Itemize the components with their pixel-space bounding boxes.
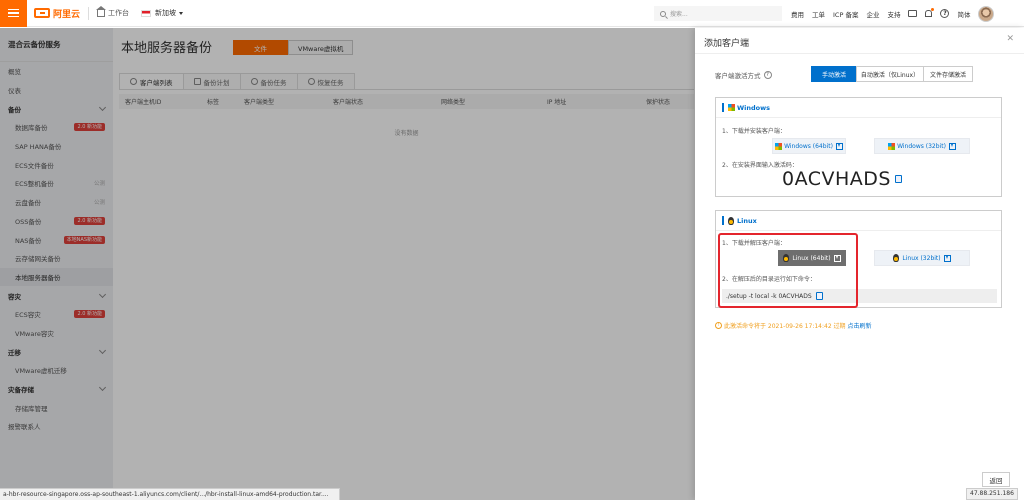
back-button[interactable]: 返回 [982, 472, 1010, 487]
ip-address-label: 47.88.251.186 [966, 488, 1018, 500]
activation-method-group: 手动激活 自动激活（仅Linux） 文件存储激活 [811, 66, 973, 82]
windows-64bit-download-button[interactable]: Windows (64bit) [772, 138, 846, 154]
activation-code: 0ACVHADS [782, 168, 902, 190]
linux-icon [893, 254, 900, 262]
chevron-down-icon [179, 11, 184, 15]
linux-card-header: Linux [716, 211, 1001, 231]
close-icon[interactable]: ✕ [1006, 34, 1014, 44]
accent-bar [722, 216, 724, 225]
windows-icon [888, 142, 896, 150]
download-icon [943, 254, 951, 262]
modal-overlay[interactable] [0, 28, 695, 500]
home-icon [96, 5, 107, 17]
windows-32bit-download-button[interactable]: Windows (32bit) [874, 138, 970, 154]
warning-icon: ! [715, 322, 722, 329]
aliyun-logo[interactable]: 阿里云 [34, 7, 80, 20]
workbench-link[interactable]: 工作台 [96, 5, 129, 18]
language-switch[interactable]: 简体 [957, 9, 970, 19]
windows-icon [728, 104, 735, 111]
top-links: 费用 工单 ICP 备案 企业 支持 ? 简体 [791, 0, 995, 27]
message-icon[interactable] [908, 10, 918, 17]
linux-icon [728, 216, 734, 225]
nav-link-support[interactable]: 支持 [887, 9, 900, 19]
activation-label: 客户端激活方式 ? [715, 70, 772, 80]
windows-icon [775, 142, 783, 150]
linux-32bit-download-button[interactable]: Linux (32bit) [874, 250, 970, 266]
nav-link-enterprise[interactable]: 企业 [866, 9, 879, 19]
file-storage-activation-button[interactable]: 文件存储激活 [923, 66, 973, 82]
region-selector[interactable]: 新加坡 [141, 8, 184, 18]
divider [88, 6, 90, 20]
expire-notice: ! 此激活命令将于 2021-09-26 17:14:42 过期 点击刷新 [715, 321, 872, 330]
bell-icon[interactable] [925, 8, 935, 17]
nav-link-ticket[interactable]: 工单 [812, 9, 825, 19]
copy-icon[interactable] [895, 175, 902, 183]
question-icon[interactable]: ? [763, 71, 772, 79]
status-url: a-hbr-resource-singapore.oss-ap-southeas… [0, 488, 340, 500]
menu-icon[interactable] [0, 0, 27, 27]
search-input[interactable]: 搜索... [654, 6, 782, 21]
search-icon [660, 10, 666, 17]
refresh-link[interactable]: 点击刷新 [848, 321, 872, 330]
singapore-flag-icon [141, 9, 152, 17]
drawer-title: 添加客户端 [704, 39, 750, 49]
nav-link-icp[interactable]: ICP 备案 [833, 9, 858, 19]
manual-activation-button[interactable]: 手动激活 [811, 66, 857, 82]
auto-activation-button[interactable]: 自动激活（仅Linux） [856, 66, 924, 82]
nav-link-billing[interactable]: 费用 [791, 9, 804, 19]
download-icon [835, 142, 843, 150]
windows-step-1: 1、下载并安装客户端： [722, 128, 786, 135]
windows-card-header: Windows [716, 98, 1001, 118]
divider [695, 53, 1024, 54]
download-icon [948, 142, 956, 150]
highlight-annotation [718, 233, 858, 308]
accent-bar [722, 103, 724, 112]
help-icon[interactable]: ? [940, 9, 950, 18]
aliyun-logo-icon [34, 8, 50, 18]
avatar[interactable] [978, 5, 995, 22]
